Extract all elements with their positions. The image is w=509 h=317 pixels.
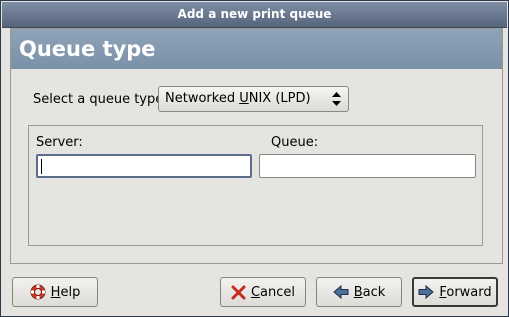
- help-label: Help: [50, 284, 81, 300]
- back-label: Back: [353, 284, 386, 300]
- up-down-arrows-icon: [332, 92, 341, 106]
- window-title: Add a new print queue: [177, 7, 332, 21]
- window-titlebar[interactable]: Add a new print queue: [2, 2, 507, 28]
- cancel-button[interactable]: Cancel: [220, 277, 306, 307]
- dialog-window: Add a new print queue Queue type Select …: [0, 0, 509, 317]
- server-queue-group: Server: Queue:: [28, 125, 483, 246]
- queue-type-value: Networked UNIX (LPD): [165, 91, 311, 106]
- server-input[interactable]: [36, 154, 252, 178]
- arrow-left-icon: [332, 285, 349, 299]
- text-caret: [41, 159, 42, 174]
- server-label: Server:: [36, 135, 83, 150]
- cancel-label: Cancel: [250, 284, 296, 300]
- page-title: Queue type: [19, 37, 156, 61]
- queue-type-select[interactable]: Networked UNIX (LPD): [158, 86, 349, 112]
- back-button[interactable]: Back: [316, 277, 402, 307]
- help-button[interactable]: Help: [12, 277, 98, 307]
- forward-button[interactable]: Forward: [412, 277, 498, 307]
- queue-input[interactable]: [259, 154, 476, 178]
- dialog-content: Queue type Select a queue type: Networke…: [10, 28, 503, 264]
- red-x-icon: [231, 285, 246, 299]
- arrow-right-icon: [418, 285, 435, 299]
- lifebuoy-icon: [30, 284, 46, 300]
- page-header: Queue type: [11, 29, 502, 69]
- queue-type-label: Select a queue type:: [33, 92, 168, 107]
- forward-label: Forward: [439, 284, 492, 300]
- queue-label: Queue:: [271, 135, 319, 150]
